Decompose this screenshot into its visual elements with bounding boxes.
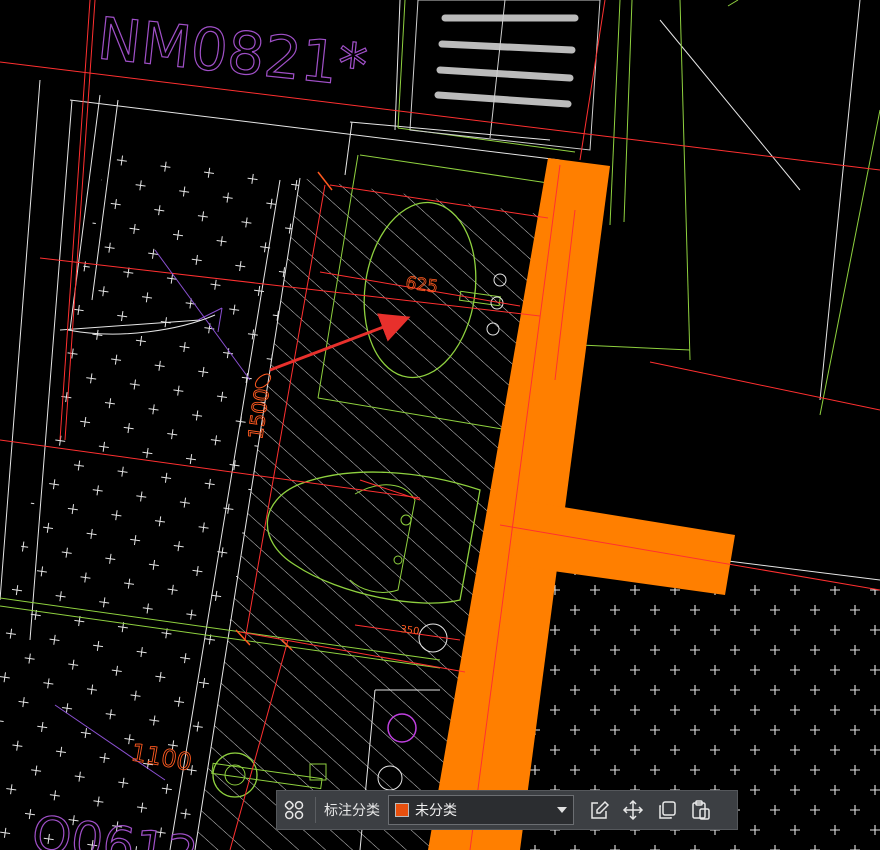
- move-button[interactable]: [616, 793, 650, 827]
- category-color-swatch: [395, 803, 409, 817]
- chevron-down-icon: [557, 807, 567, 813]
- paste-button[interactable]: [684, 793, 718, 827]
- floor-grate: [409, 0, 601, 151]
- edit-button[interactable]: [582, 793, 616, 827]
- copy-icon: [659, 801, 676, 819]
- copy-button[interactable]: [650, 793, 684, 827]
- grid-toggle-button[interactable]: [277, 793, 311, 827]
- move-icon: [622, 799, 644, 821]
- category-value: 未分类: [415, 803, 457, 819]
- category-select[interactable]: 未分类: [388, 795, 574, 825]
- tag-top: NM0821*: [95, 4, 371, 100]
- toolbar-separator: [315, 797, 316, 823]
- annotation-toolbar: 标注分类 未分类: [276, 790, 738, 830]
- grid-toggle-icon: [284, 800, 304, 820]
- classify-label: 标注分类: [324, 803, 380, 819]
- cad-drawing-canvas[interactable]: NM0821* Q0612 625 1500 350 1100: [0, 0, 880, 850]
- paste-icon: [692, 800, 710, 820]
- edit-icon: [591, 800, 610, 819]
